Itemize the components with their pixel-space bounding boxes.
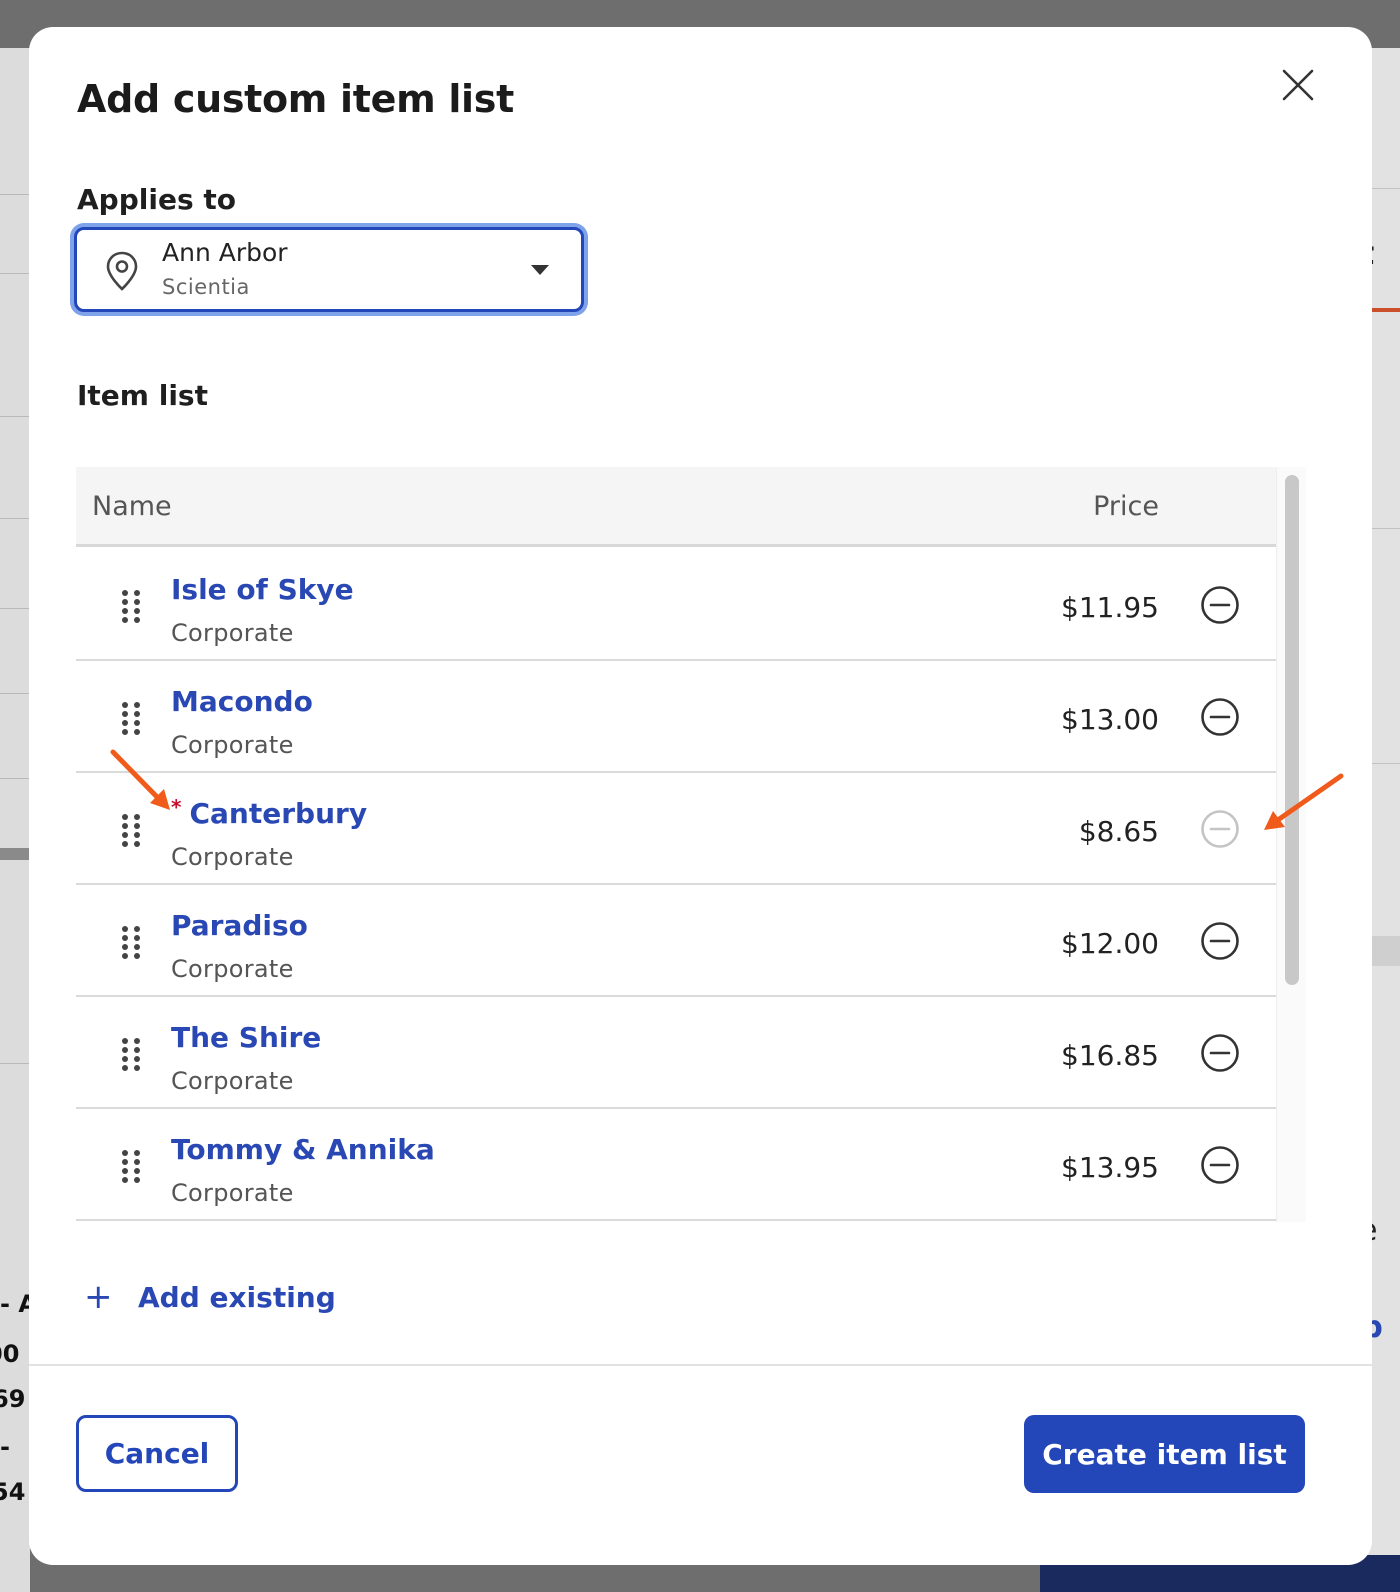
location-pin-icon bbox=[106, 251, 138, 291]
cancel-button[interactable]: Cancel bbox=[76, 1415, 238, 1492]
table-row: Isle of Skye Corporate $11.95 bbox=[76, 549, 1276, 661]
minus-circle-icon bbox=[1201, 586, 1239, 624]
item-price: $16.85 bbox=[1061, 1039, 1159, 1072]
close-button[interactable] bbox=[1276, 63, 1320, 107]
table-row: Paradiso Corporate $12.00 bbox=[76, 885, 1276, 997]
item-name: Macondo bbox=[171, 685, 313, 718]
table-row: * Canterbury Corporate $8.65 bbox=[76, 773, 1276, 885]
background-text: - bbox=[0, 1433, 10, 1461]
column-header-price: Price bbox=[1093, 491, 1159, 522]
item-list-table: Name Price Isle of Skye Corporate $11.95 bbox=[76, 467, 1306, 1222]
minus-circle-icon bbox=[1201, 922, 1239, 960]
item-price: $13.00 bbox=[1061, 703, 1159, 736]
minus-circle-icon bbox=[1201, 1146, 1239, 1184]
item-source: Corporate bbox=[171, 1067, 294, 1095]
minus-circle-icon bbox=[1201, 698, 1239, 736]
remove-item-button-disabled bbox=[1200, 809, 1240, 849]
item-name-link[interactable]: Macondo bbox=[171, 685, 313, 718]
applies-to-select[interactable]: Ann Arbor Scientia bbox=[74, 227, 584, 312]
background-text: 54 bbox=[0, 1478, 26, 1506]
create-item-list-button[interactable]: Create item list bbox=[1024, 1415, 1305, 1493]
item-source: Corporate bbox=[171, 731, 294, 759]
applies-to-selected-value: Ann Arbor bbox=[162, 238, 288, 267]
table-row: Tommy & Annika Corporate $13.95 bbox=[76, 1109, 1276, 1221]
drag-handle-icon[interactable] bbox=[120, 589, 142, 623]
item-price: $8.65 bbox=[1078, 815, 1159, 848]
item-name-link[interactable]: Isle of Skye bbox=[171, 573, 354, 606]
table-row: Macondo Corporate $13.00 bbox=[76, 661, 1276, 773]
item-name: Tommy & Annika bbox=[171, 1133, 435, 1166]
plus-icon: + bbox=[84, 1277, 113, 1317]
item-name: The Shire bbox=[171, 1021, 322, 1054]
applies-to-selected-subtitle: Scientia bbox=[162, 275, 250, 299]
item-source: Corporate bbox=[171, 619, 294, 647]
scrollbar-thumb[interactable] bbox=[1285, 475, 1299, 985]
item-name-link[interactable]: Tommy & Annika bbox=[171, 1133, 435, 1166]
drag-handle-icon[interactable] bbox=[120, 1037, 142, 1071]
item-name-link[interactable]: The Shire bbox=[171, 1021, 321, 1054]
modal-title: Add custom item list bbox=[77, 77, 514, 121]
remove-item-button[interactable] bbox=[1200, 1033, 1240, 1073]
background-text: 00 bbox=[0, 1340, 20, 1368]
table-scrollbar[interactable] bbox=[1276, 467, 1306, 1222]
item-price: $13.95 bbox=[1061, 1151, 1159, 1184]
background-left-panel: - A 00 69 - 54 bbox=[0, 48, 37, 1592]
remove-item-button[interactable] bbox=[1200, 697, 1240, 737]
close-icon bbox=[1282, 69, 1314, 101]
item-list-label: Item list bbox=[77, 379, 208, 412]
remove-item-button[interactable] bbox=[1200, 1145, 1240, 1185]
add-existing-button[interactable]: + Add existing bbox=[84, 1272, 336, 1322]
minus-circle-icon bbox=[1201, 810, 1239, 848]
minus-circle-icon bbox=[1201, 1034, 1239, 1072]
item-name-link[interactable]: Paradiso bbox=[171, 909, 308, 942]
item-price: $12.00 bbox=[1061, 927, 1159, 960]
item-source: Corporate bbox=[171, 955, 294, 983]
table-row: The Shire Corporate $16.85 bbox=[76, 997, 1276, 1109]
item-source: Corporate bbox=[171, 1179, 294, 1207]
remove-item-button[interactable] bbox=[1200, 585, 1240, 625]
item-source: Corporate bbox=[171, 843, 294, 871]
chevron-down-icon bbox=[531, 265, 549, 275]
drag-handle-icon[interactable] bbox=[120, 925, 142, 959]
item-name: Canterbury bbox=[189, 797, 368, 830]
drag-handle-icon[interactable] bbox=[120, 1149, 142, 1183]
item-name: Paradiso bbox=[171, 909, 308, 942]
item-name: Isle of Skye bbox=[171, 573, 354, 606]
background-text: 69 bbox=[0, 1385, 26, 1413]
add-item-list-modal: Add custom item list Applies to Ann Arbo… bbox=[29, 27, 1372, 1565]
table-header: Name Price bbox=[76, 467, 1276, 547]
applies-to-label: Applies to bbox=[77, 183, 236, 216]
remove-item-button[interactable] bbox=[1200, 921, 1240, 961]
item-name-link[interactable]: * Canterbury bbox=[171, 795, 368, 830]
column-header-name: Name bbox=[92, 491, 172, 522]
add-existing-label: Add existing bbox=[138, 1280, 336, 1314]
required-marker: * bbox=[171, 795, 182, 819]
footer-divider bbox=[29, 1364, 1372, 1366]
drag-handle-icon[interactable] bbox=[120, 813, 142, 847]
item-price: $11.95 bbox=[1061, 591, 1159, 624]
drag-handle-icon[interactable] bbox=[120, 701, 142, 735]
